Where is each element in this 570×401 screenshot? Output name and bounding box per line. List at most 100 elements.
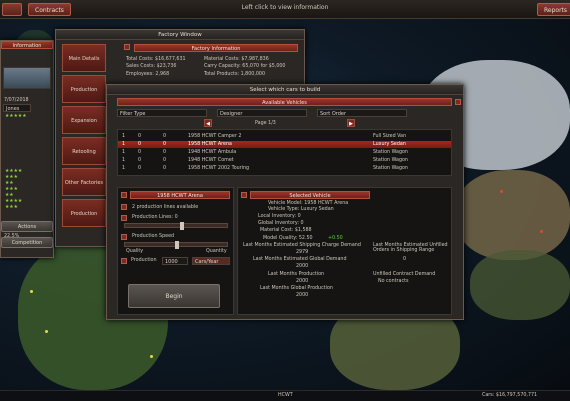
company-name: HCWT bbox=[278, 393, 293, 398]
asia-desert-region bbox=[455, 170, 570, 260]
factory-info-line: Employees: 2,968 bbox=[126, 72, 170, 77]
selected-vehicle-title: 1958 HCWT Arena bbox=[130, 191, 230, 199]
tab-production[interactable]: Production bbox=[62, 75, 106, 103]
production-lines-toggle[interactable] bbox=[121, 204, 127, 210]
vehicle-cell: 0 bbox=[138, 158, 142, 163]
next-page-button[interactable]: ▶ bbox=[347, 119, 355, 127]
window-close-button[interactable] bbox=[455, 99, 461, 105]
page-indicator: Page 1/3 bbox=[255, 121, 276, 126]
vehicle-name: 1958 HCWT 2002 Touring bbox=[188, 166, 250, 171]
tab-other-factories[interactable]: Other Factories bbox=[62, 168, 106, 196]
detail-line: Vehicle Model: 1958 HCWT Arena bbox=[268, 201, 349, 206]
vehicle-type: Station Wagon bbox=[373, 158, 408, 163]
production-checkbox[interactable] bbox=[121, 258, 127, 264]
city-marker[interactable] bbox=[150, 355, 153, 358]
filter-type-select[interactable]: Filter Type bbox=[117, 109, 207, 117]
production-lines-checkbox[interactable] bbox=[121, 215, 127, 221]
status-hint: Left click to view information bbox=[241, 4, 329, 11]
production-lines-slider[interactable] bbox=[124, 222, 228, 230]
vehicle-cell: 0 bbox=[163, 150, 167, 155]
vehicle-cell: 1 bbox=[122, 134, 126, 139]
production-speed-slider[interactable] bbox=[124, 241, 228, 249]
top-bar: Contracts Left click to view information… bbox=[0, 0, 570, 19]
competition-button[interactable]: Competition bbox=[1, 237, 53, 248]
detail-line: Material Cost: $1,588 bbox=[260, 228, 312, 233]
detail-value: 2000 bbox=[296, 279, 309, 284]
vehicle-row[interactable]: 1 0 0 1948 HCWT Comet Station Wagon bbox=[118, 157, 451, 164]
rating-stars: ★★★★ bbox=[5, 199, 23, 204]
reports-button[interactable]: Reports bbox=[537, 3, 570, 16]
tab-retooling[interactable]: Retooling bbox=[62, 137, 106, 165]
detail-value: 2979 bbox=[296, 250, 309, 255]
vehicle-cell: 0 bbox=[138, 166, 142, 171]
sort-order-select[interactable]: Sort Order bbox=[317, 109, 407, 117]
quantity-label: Quantity bbox=[206, 249, 227, 254]
info-toggle[interactable] bbox=[124, 44, 130, 50]
right-detail-line: Unfilled Contract Demand bbox=[373, 272, 436, 277]
tab-main-details[interactable]: Main Details bbox=[62, 44, 106, 72]
detail-line: Last Months Estimated Global Demand bbox=[253, 257, 347, 262]
vehicle-type: Full Sized Van bbox=[373, 134, 407, 139]
vehicle-row[interactable]: 1 0 0 1948 HCWT Ambula Station Wagon bbox=[118, 149, 451, 156]
detail-line: Model Quality: 52.50 bbox=[263, 236, 313, 241]
detail-line: Global Inventory: 0 bbox=[258, 221, 304, 226]
vehicle-cell: 0 bbox=[138, 150, 142, 155]
selected-vehicle-toggle[interactable] bbox=[121, 192, 127, 198]
left-panel-field[interactable]: Jones bbox=[3, 104, 31, 112]
city-marker[interactable] bbox=[45, 330, 48, 333]
city-marker[interactable] bbox=[500, 190, 503, 193]
vehicle-name: 1958 HCWT Camper 2 bbox=[188, 134, 242, 139]
vehicle-list[interactable]: 1 0 0 1958 HCWT Camper 2 Full Sized Van … bbox=[117, 129, 452, 176]
left-panel-image bbox=[3, 67, 51, 89]
detail-line: Vehicle Type: Luxury Sedan bbox=[268, 207, 334, 212]
left-panel-date: 7/07/2018 bbox=[4, 98, 29, 103]
vehicle-row[interactable]: 1 0 0 1958 HCWT 2002 Touring Station Wag… bbox=[118, 165, 451, 172]
production-unit: Cars/Year bbox=[192, 257, 230, 265]
factory-info-line: Carry Capacity: 65,070 for $5,000 bbox=[204, 64, 286, 69]
vehicle-type: Station Wagon bbox=[373, 150, 408, 155]
available-vehicles-header: Available Vehicles bbox=[117, 98, 452, 106]
rating-stars: ★★★★ bbox=[5, 169, 23, 174]
production-speed-checkbox[interactable] bbox=[121, 234, 127, 240]
factory-info-header: Factory Information bbox=[134, 44, 298, 52]
factory-window-title: Factory Window bbox=[56, 30, 304, 40]
city-marker[interactable] bbox=[540, 230, 543, 233]
vehicle-cell: 0 bbox=[163, 158, 167, 163]
detail-line: Last Months Estimated Shipping Charge De… bbox=[243, 243, 361, 248]
detail-value: 2000 bbox=[296, 293, 309, 298]
vehicle-cell: 1 bbox=[122, 158, 126, 163]
vehicle-row-selected[interactable]: 1 0 0 1958 HCWT Arena Luxury Sedan bbox=[118, 141, 451, 148]
right-detail-value: No contracts bbox=[378, 279, 409, 284]
factory-info-line: Sales Costs: $23,736 bbox=[126, 64, 177, 69]
vehicle-cell: 1 bbox=[122, 166, 126, 171]
vehicle-row[interactable]: 1 0 0 1958 HCWT Camper 2 Full Sized Van bbox=[118, 133, 451, 140]
details-toggle[interactable] bbox=[241, 192, 247, 198]
vehicle-type: Luxury Sedan bbox=[373, 142, 406, 147]
select-cars-window: Select which cars to build Available Veh… bbox=[106, 84, 464, 320]
tab-expansion[interactable]: Expansion bbox=[62, 106, 106, 134]
actions-button[interactable]: Actions bbox=[1, 221, 53, 232]
vehicle-type: Station Wagon bbox=[373, 166, 408, 171]
designer-select[interactable]: Designer bbox=[217, 109, 307, 117]
slider-knob[interactable] bbox=[180, 222, 184, 230]
production-amount-input[interactable]: 1000 bbox=[162, 257, 188, 265]
detail-line: Last Months Production bbox=[268, 272, 325, 277]
factory-info-line: Total Costs: $16,677,631 bbox=[126, 57, 186, 62]
begin-button[interactable]: Begin bbox=[128, 284, 220, 308]
vehicle-cell: 0 bbox=[138, 142, 142, 147]
production-label: Production bbox=[131, 258, 157, 263]
vehicle-name: 1948 HCWT Comet bbox=[188, 158, 234, 163]
left-info-panel: Information 7/07/2018 Jones ★★★★★ ★★★★ ★… bbox=[0, 40, 54, 258]
tab-production-2[interactable]: Production bbox=[62, 199, 106, 227]
vehicle-name: 1948 HCWT Ambula bbox=[188, 150, 237, 155]
factory-info-line: Material Costs: $7,987,836 bbox=[204, 57, 269, 62]
production-note: 2 production lines available bbox=[132, 205, 199, 210]
rating-stars: ★★ bbox=[5, 193, 14, 198]
prev-page-button[interactable]: ◀ bbox=[204, 119, 212, 127]
detail-line: Local Inventory: 0 bbox=[258, 214, 301, 219]
detail-value: 2000 bbox=[296, 264, 309, 269]
detail-line: Last Months Global Production bbox=[260, 286, 333, 291]
slider-knob[interactable] bbox=[175, 241, 179, 249]
rating-stars: ★★★ bbox=[5, 205, 18, 210]
city-marker[interactable] bbox=[30, 290, 33, 293]
